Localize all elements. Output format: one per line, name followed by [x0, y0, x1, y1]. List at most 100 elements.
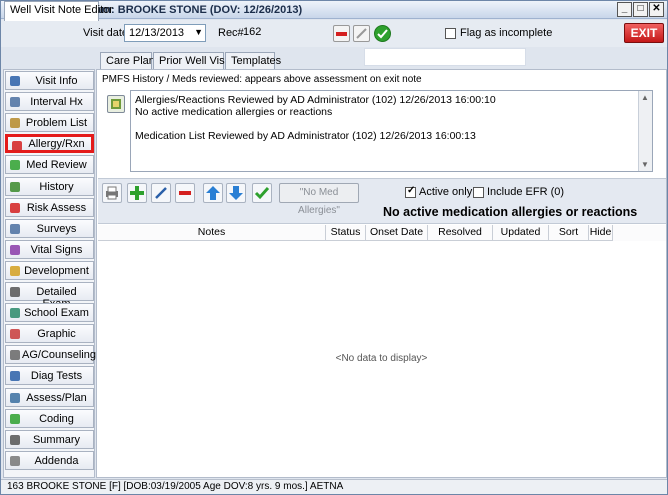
add-allergy-button[interactable] — [127, 183, 147, 203]
minimize-button[interactable]: _ — [617, 2, 632, 17]
sidebar-item-risk-assess[interactable]: Risk Assess — [5, 197, 94, 217]
sidebar-item-coding[interactable]: Coding — [5, 408, 94, 428]
sidebar-item-interval-hx[interactable]: Interval Hx — [5, 92, 94, 112]
print-button[interactable] — [102, 183, 122, 203]
edit-allergy-button[interactable] — [151, 183, 171, 203]
tab-templates[interactable]: Templates — [225, 52, 281, 69]
edit-record-button[interactable] — [353, 25, 370, 42]
tab-well-visit-note-editor[interactable]: Well Visit Note Editor — [4, 1, 113, 21]
mark-reviewed-button[interactable] — [252, 183, 272, 203]
sidebar-item-label: Visit Info — [35, 75, 78, 87]
pmfs-line: Medication List Reviewed by AD Administr… — [135, 130, 476, 142]
rec-number: 162 — [243, 26, 262, 38]
patient-status-text: 163 BROOKE STONE [F] [DOB:03/19/2005 Age… — [7, 481, 344, 492]
sidebar-item-detailed-exam[interactable]: Detailed Exam — [5, 282, 94, 310]
visit-date-picker[interactable]: 12/13/2013 ▼ — [124, 24, 206, 42]
arrow-up-icon — [206, 186, 220, 200]
sidebar-item-label: Diag Tests — [30, 370, 83, 383]
visit-date-value: 12/13/2013 — [129, 27, 185, 39]
addenda-icon — [8, 454, 22, 468]
flag-incomplete-label: Flag as incomplete — [460, 27, 553, 39]
sidebar-item-addenda[interactable]: Addenda — [5, 450, 94, 470]
status-bar: 163 BROOKE STONE [F] [DOB:03/19/2005 Age… — [1, 479, 667, 494]
pmfs-review-textbox[interactable]: Allergies/Reactions Reviewed by AD Admin… — [130, 90, 653, 172]
column-status[interactable]: Status — [326, 225, 366, 241]
pencil-icon — [356, 28, 367, 39]
minus-icon — [179, 191, 191, 195]
sidebar-item-summary[interactable]: Summary — [5, 429, 94, 449]
sidebar-item-development[interactable]: Development — [5, 260, 94, 280]
checkmark-icon — [377, 29, 388, 39]
column-hide[interactable]: Hide — [589, 225, 613, 241]
sidebar-item-label: Summary — [32, 433, 81, 446]
top-toolbar: Visit date: 12/13/2013 ▼ Rec# 162 Flag a… — [1, 20, 667, 47]
pmfs-header: PMFS History / Meds reviewed: appears ab… — [102, 74, 422, 85]
flag-incomplete-checkbox[interactable] — [445, 28, 456, 39]
main-panel: PMFS History / Meds reviewed: appears ab… — [96, 69, 667, 478]
sidebar-item-med-review[interactable]: Med Review — [5, 155, 94, 175]
allergy-status-message: No active medication allergies or reacti… — [383, 205, 638, 219]
pmfs-line: Allergies/Reactions Reviewed by AD Admin… — [135, 94, 496, 106]
sidebar-item-surveys[interactable]: Surveys — [5, 218, 94, 238]
vital-signs-icon — [8, 243, 22, 257]
minus-icon — [336, 32, 347, 36]
history-icon — [8, 180, 22, 194]
rec-label: Rec# — [218, 27, 244, 39]
detailed-exam-icon — [8, 285, 22, 299]
maximize-button[interactable]: □ — [633, 2, 648, 17]
sidebar-item-assess-plan[interactable]: Assess/Plan — [5, 387, 94, 407]
tab-care-plans[interactable]: Care Plans — [100, 52, 160, 69]
close-window-button[interactable]: ✕ — [649, 2, 664, 17]
arrow-down-icon — [229, 186, 243, 200]
column-resolved[interactable]: Resolved — [428, 225, 493, 241]
dropdown-arrow-icon[interactable]: ▼ — [194, 27, 203, 37]
scroll-down-icon[interactable]: ▼ — [641, 160, 649, 169]
sidebar-item-label: Interval Hx — [30, 96, 83, 109]
checkmark-icon — [254, 187, 270, 200]
sidebar-item-label: Problem List — [25, 117, 88, 130]
sidebar-item-label: Risk Assess — [26, 201, 87, 214]
counseling-icon — [8, 348, 22, 362]
move-down-button[interactable] — [226, 183, 246, 203]
allergy-toolbar: "No Med Allergies" Active only Include E… — [98, 178, 666, 224]
sidebar-item-graphic[interactable]: Graphic — [5, 324, 94, 344]
pmfs-scrollbar[interactable]: ▲ ▼ — [638, 91, 652, 171]
interval-hx-icon — [8, 95, 22, 109]
exit-button[interactable]: EXIT — [624, 23, 664, 43]
problem-list-icon — [8, 116, 22, 130]
no-med-allergies-button[interactable]: "No Med Allergies" — [279, 183, 359, 216]
column-sort[interactable]: Sort — [549, 225, 589, 241]
scroll-up-icon[interactable]: ▲ — [641, 93, 649, 102]
sidebar-item-label: History — [39, 180, 74, 193]
active-only-checkbox[interactable] — [405, 185, 416, 198]
graphic-icon — [8, 327, 22, 341]
sidebar-item-label: Surveys — [36, 222, 77, 235]
tab-prior-well-visits[interactable]: Prior Well Visits — [153, 52, 236, 69]
printer-icon — [106, 186, 118, 200]
sidebar-item-visit-info[interactable]: Visit Info — [5, 71, 94, 90]
delete-record-button[interactable] — [333, 25, 350, 42]
sidebar-item-diag-tests[interactable]: Diag Tests — [5, 366, 94, 386]
coding-icon — [8, 412, 22, 426]
save-record-button[interactable] — [374, 25, 391, 42]
sidebar-item-label: Coding — [39, 412, 74, 425]
sidebar-item-vital-signs[interactable]: Vital Signs — [5, 239, 94, 259]
sidebar-item-school-exam[interactable]: School Exam — [5, 303, 94, 323]
sidebar-item-problem-list[interactable]: Problem List — [5, 113, 94, 133]
sidebar-item-label: Graphic — [37, 328, 76, 341]
column-onset-date[interactable]: Onset Date — [366, 225, 428, 241]
sidebar-item-history[interactable]: History — [5, 176, 94, 196]
delete-allergy-button[interactable] — [175, 183, 195, 203]
sidebar-item-label: AG/Counseling — [22, 349, 96, 362]
sidebar-item-label: Assess/Plan — [26, 391, 87, 404]
summary-icon — [8, 433, 22, 447]
sidebar-item-allergy-rxn[interactable]: Allergy/Rxn — [5, 134, 94, 154]
reviewed-book-icon[interactable] — [107, 95, 125, 113]
move-up-button[interactable] — [203, 183, 223, 203]
include-efr-checkbox[interactable] — [473, 187, 484, 198]
column-notes[interactable]: Notes — [98, 225, 326, 241]
sidebar-item-ag-counseling[interactable]: AG/Counseling — [5, 345, 96, 365]
pencil-icon — [155, 187, 167, 199]
surveys-icon — [8, 222, 22, 236]
column-updated[interactable]: Updated — [493, 225, 549, 241]
